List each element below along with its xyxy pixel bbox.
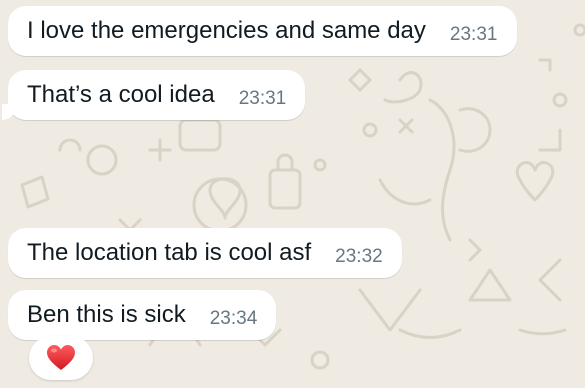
reaction-badge[interactable]	[29, 336, 93, 380]
message-timestamp: 23:31	[449, 24, 498, 45]
message-timestamp: 23:32	[335, 246, 383, 267]
message-bubble[interactable]: That’s a cool idea 23:31	[1, 70, 306, 120]
message-text: The location tab is cool asf	[27, 239, 312, 266]
message-bubble[interactable]: Ben this is sick 23:34	[8, 290, 277, 340]
message-text: That’s a cool idea	[27, 81, 215, 108]
message-bubble[interactable]: I love the emergencies and same day 23:3…	[8, 6, 518, 56]
message-text: Ben this is sick	[27, 301, 186, 328]
message-bubble[interactable]: The location tab is cool asf 23:32	[8, 228, 402, 278]
message-timestamp: 23:31	[238, 88, 287, 109]
message-timestamp: 23:34	[209, 308, 258, 329]
message-text: I love the emergencies and same day	[27, 17, 426, 44]
heart-icon	[47, 345, 75, 370]
